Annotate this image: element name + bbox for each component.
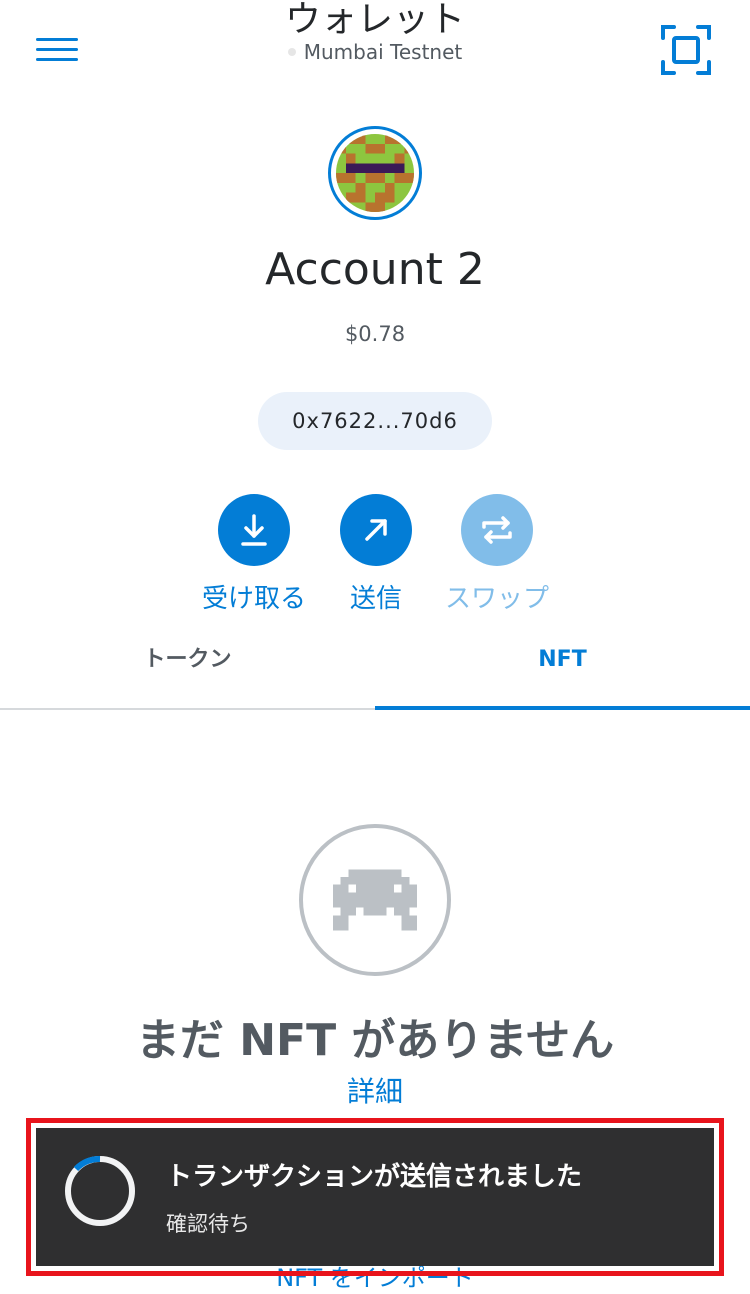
app-header: ウォレット Mumbai Testnet bbox=[0, 0, 750, 100]
receive-circle[interactable] bbox=[218, 494, 290, 566]
arrow-up-right-icon bbox=[365, 519, 387, 541]
toast-subtitle: 確認待ち bbox=[166, 1212, 250, 1236]
swap-icon bbox=[482, 516, 512, 544]
send-label: 送信 bbox=[349, 584, 402, 614]
learn-more-link[interactable]: 詳細 bbox=[0, 1070, 750, 1110]
swap-circle[interactable] bbox=[461, 494, 533, 566]
account-balance: $0.78 bbox=[344, 322, 406, 346]
asset-tabs: トークン NFT bbox=[0, 640, 750, 710]
tab-nft[interactable]: NFT bbox=[375, 640, 750, 710]
swap-label: スワップ bbox=[444, 584, 549, 614]
network-name: Mumbai Testnet bbox=[303, 40, 463, 64]
toast-title: トランザクションが送信されました bbox=[166, 1162, 583, 1192]
download-icon bbox=[241, 514, 267, 546]
account-name[interactable]: Account 2 bbox=[0, 244, 750, 295]
loading-spinner-icon bbox=[65, 1156, 135, 1226]
receive-button[interactable]: 受け取る bbox=[184, 494, 324, 615]
receive-label: 受け取る bbox=[201, 584, 306, 614]
account-address-button[interactable]: 0x7622...70d6 bbox=[258, 392, 492, 450]
page-title: ウォレット bbox=[284, 0, 465, 40]
network-selector[interactable]: Mumbai Testnet bbox=[0, 40, 750, 64]
empty-state-title: まだ NFT がありません bbox=[135, 1015, 615, 1066]
network-status-dot bbox=[287, 47, 296, 56]
qr-scan-icon[interactable] bbox=[660, 24, 712, 76]
avatar bbox=[336, 134, 414, 212]
space-invader-icon bbox=[333, 869, 417, 931]
empty-nft-container bbox=[299, 824, 451, 976]
send-button[interactable]: 送信 bbox=[306, 494, 446, 615]
send-circle[interactable] bbox=[340, 494, 412, 566]
account-avatar[interactable] bbox=[328, 126, 422, 220]
tab-tokens[interactable]: トークン bbox=[0, 640, 375, 708]
swap-button[interactable]: スワップ bbox=[427, 494, 567, 615]
transaction-toast[interactable]: トランザクションが送信されました 確認待ち bbox=[36, 1128, 714, 1266]
